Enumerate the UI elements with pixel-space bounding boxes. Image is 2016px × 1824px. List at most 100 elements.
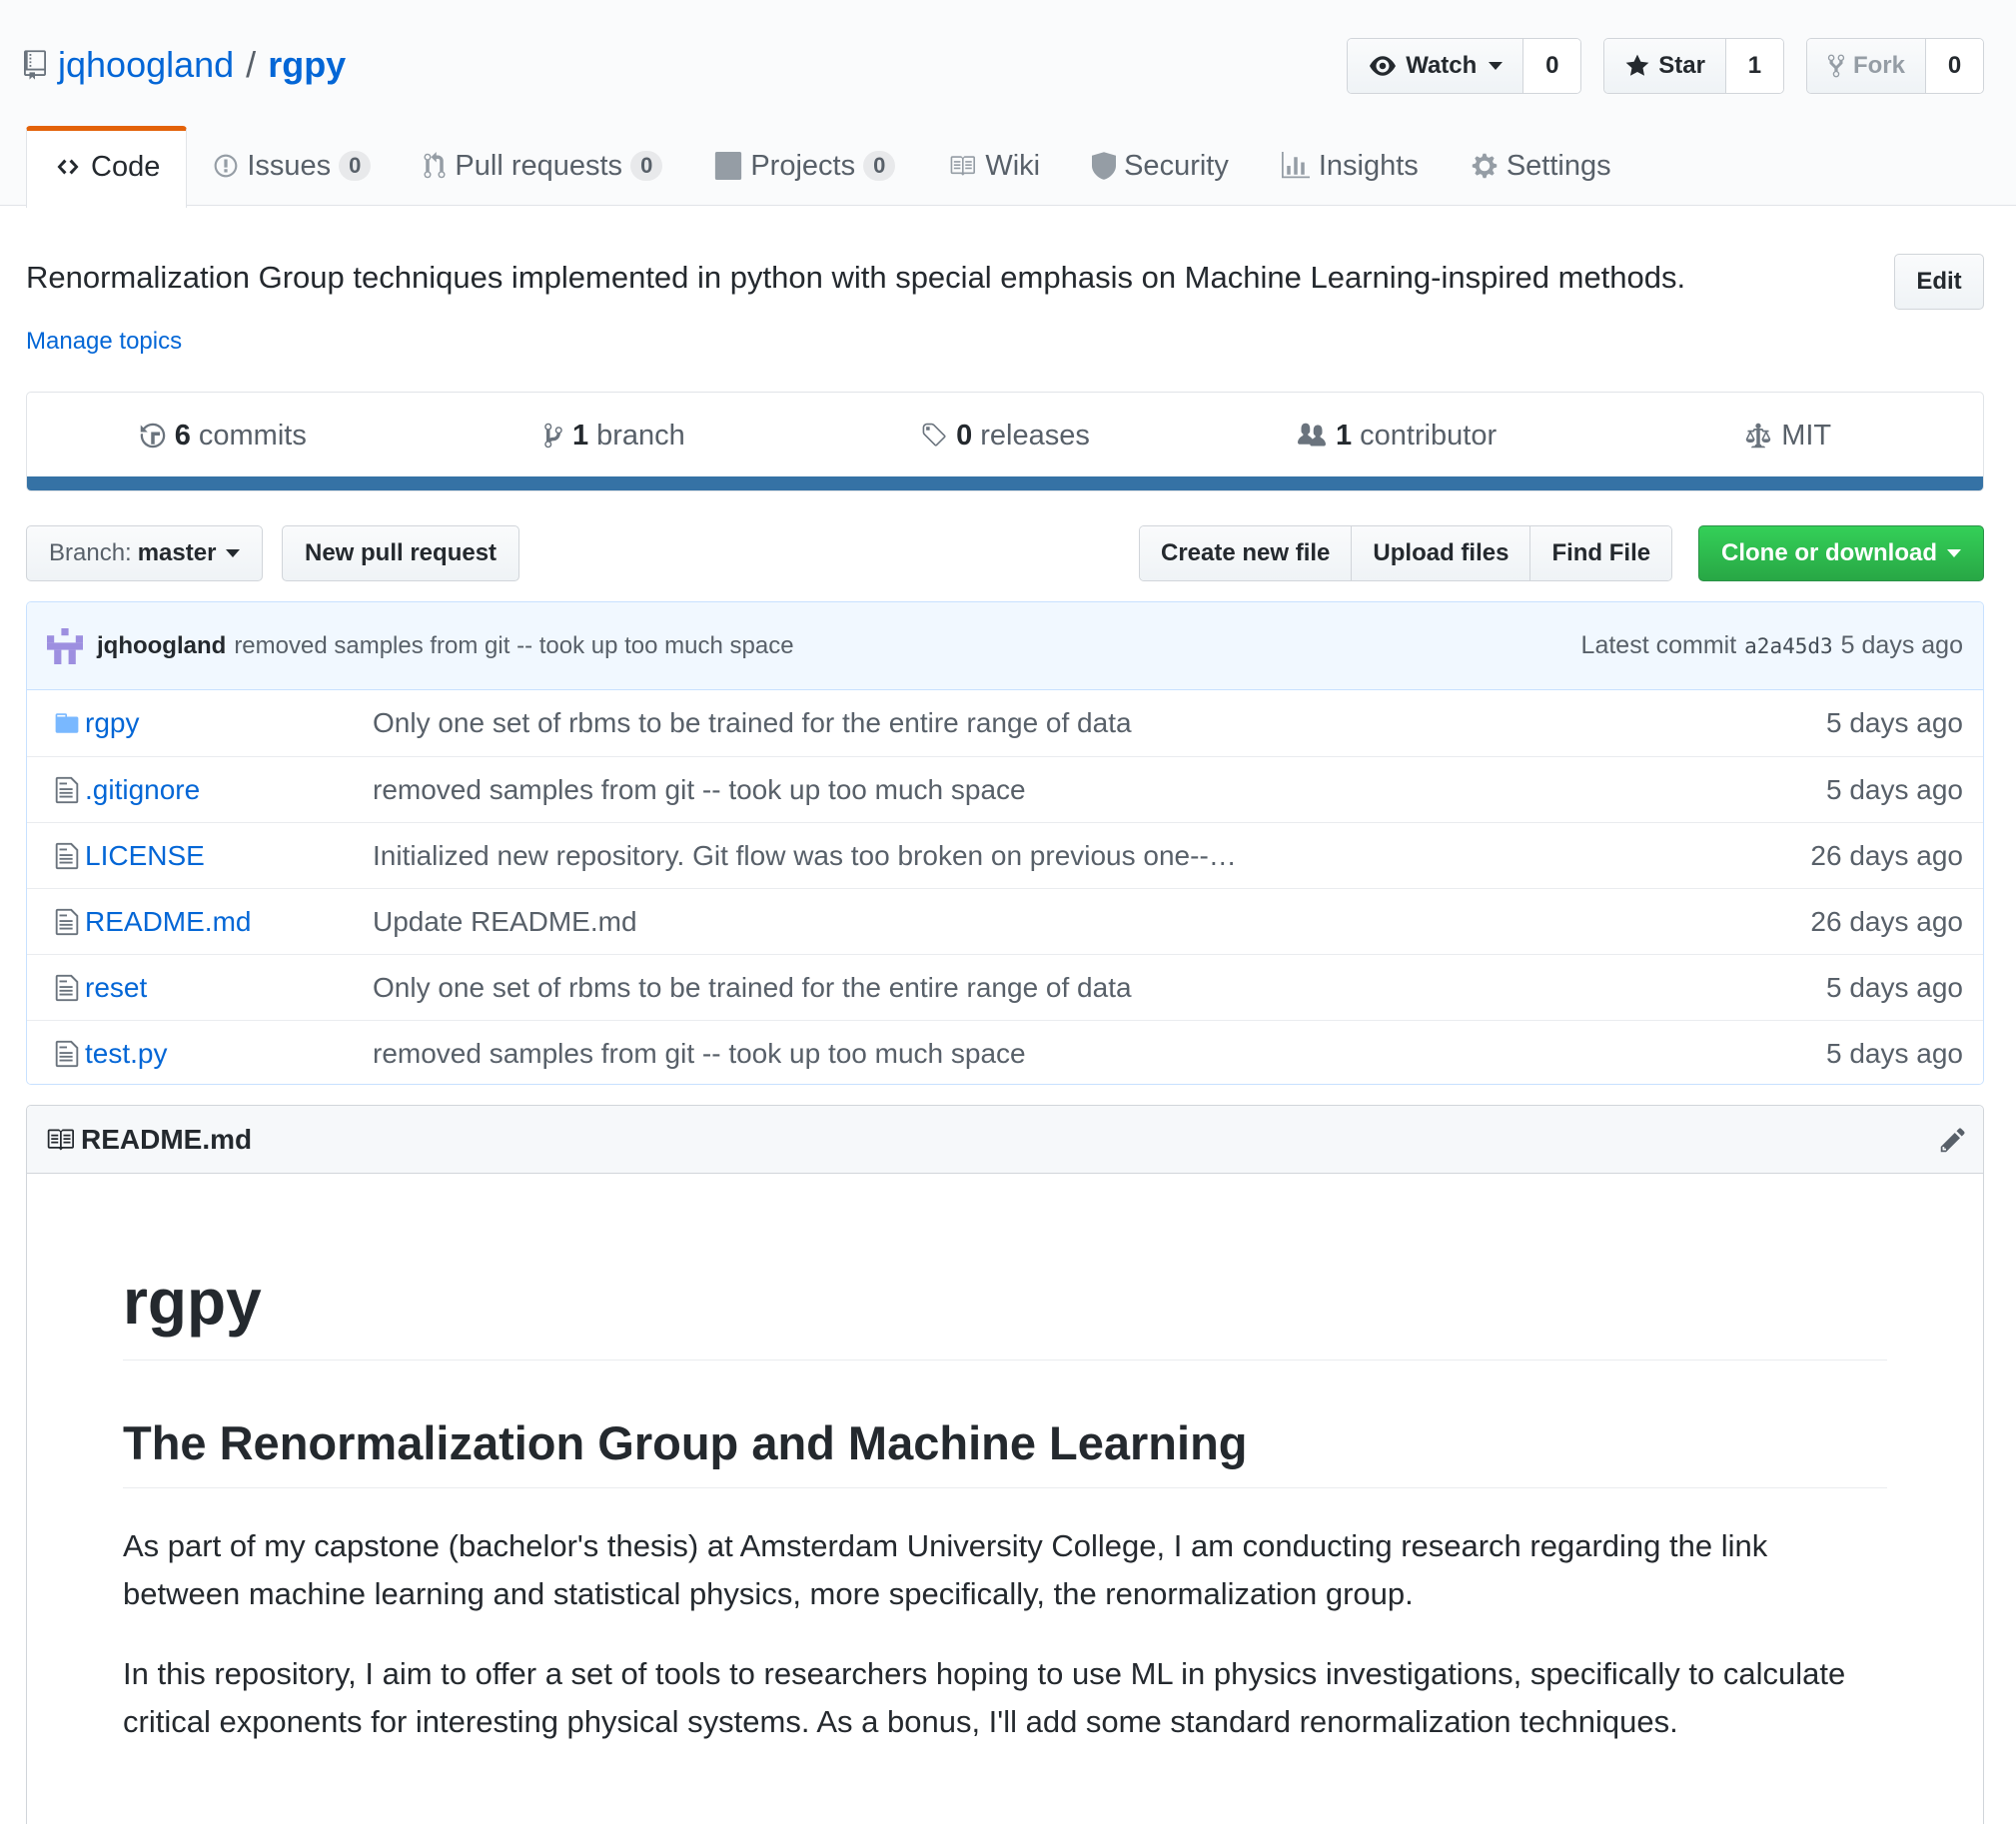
commits-label: commits — [198, 419, 307, 452]
file-name-link[interactable]: LICENSE — [85, 840, 205, 872]
file-commit-message[interactable]: removed samples from git -- took up too … — [373, 774, 1026, 806]
numbers-summary: 6 commits 1 branch 0 releases 1 contribu… — [26, 392, 1984, 491]
create-new-file-button[interactable]: Create new file — [1140, 526, 1352, 580]
commits-link[interactable]: 6 commits — [27, 393, 419, 478]
table-row: test.py removed samples from git -- took… — [27, 1020, 1983, 1084]
file-age: 26 days ago — [1810, 839, 1963, 871]
commit-author[interactable]: jqhoogland — [97, 632, 226, 660]
tab-label: Settings — [1506, 149, 1611, 182]
file-commit-message[interactable]: Initialized new repository. Git flow was… — [373, 840, 1237, 872]
license-link[interactable]: MIT — [1591, 393, 1983, 478]
tag-icon — [920, 422, 948, 450]
tab-code[interactable]: Code — [26, 125, 188, 208]
watch-label: Watch — [1406, 52, 1478, 79]
tab-label: Security — [1124, 149, 1229, 182]
fork-label: Fork — [1852, 52, 1905, 79]
readme-h2: The Renormalization Group and Machine Le… — [123, 1414, 1887, 1488]
readme-filename: README.md — [81, 1123, 253, 1155]
caret-down-icon — [1489, 62, 1504, 70]
tab-label: Issues — [247, 149, 332, 182]
fork-icon — [1827, 53, 1845, 79]
tab-issues[interactable]: Issues 0 — [187, 126, 397, 206]
path-separator: / — [246, 44, 257, 85]
projects-counter: 0 — [863, 151, 896, 181]
repo-owner-link[interactable]: jqhoogland — [58, 44, 234, 86]
tab-insights[interactable]: Insights — [1255, 126, 1445, 206]
file-commit-message[interactable]: removed samples from git -- took up too … — [373, 1038, 1026, 1070]
new-pull-request-button[interactable]: New pull request — [282, 525, 520, 581]
tab-wiki[interactable]: Wiki — [921, 126, 1066, 206]
commit-sha[interactable]: a2a45d3 — [1744, 634, 1833, 658]
code-icon — [53, 155, 83, 179]
file-name-link[interactable]: README.md — [85, 906, 251, 938]
manage-topics-link[interactable]: Manage topics — [26, 328, 182, 356]
tab-pull-requests[interactable]: Pull requests 0 — [397, 126, 688, 206]
table-row: README.md Update README.md 26 days ago — [27, 888, 1983, 954]
branch-label: branch — [596, 419, 685, 452]
file-navigation: Branch: master New pull request Create n… — [26, 525, 1984, 581]
fork-count[interactable]: 0 — [1925, 39, 1983, 93]
file-actions-group: Create new file Upload files Find File — [1139, 525, 1673, 581]
folder-icon — [47, 710, 87, 736]
releases-link[interactable]: 0 releases — [809, 393, 1201, 478]
branch-select-button[interactable]: Branch: master — [26, 525, 264, 581]
file-name-link[interactable]: .gitignore — [85, 774, 200, 806]
file-table: jqhoogland removed samples from git -- t… — [26, 601, 1984, 1085]
branches-link[interactable]: 1 branch — [419, 393, 810, 478]
repo-description: Renormalization Group techniques impleme… — [26, 260, 1686, 295]
file-commit-message[interactable]: Only one set of rbms to be trained for t… — [373, 707, 1132, 739]
file-age: 5 days ago — [1826, 971, 1963, 1003]
clone-or-download-button[interactable]: Clone or download — [1698, 525, 1984, 581]
tab-settings[interactable]: Settings — [1445, 126, 1637, 206]
repo-header: jqhoogland / rgpy Watch 0 Star 1 Fork 0 … — [0, 0, 2016, 208]
shield-icon — [1092, 152, 1117, 180]
watch-button[interactable]: Watch — [1348, 39, 1523, 93]
repo-name-link[interactable]: rgpy — [268, 44, 346, 86]
people-icon — [1296, 422, 1328, 450]
tab-label: Pull requests — [455, 149, 623, 182]
star-count[interactable]: 1 — [1724, 39, 1783, 93]
table-row: reset Only one set of rbms to be trained… — [27, 954, 1983, 1020]
tab-label: Projects — [750, 149, 856, 182]
star-icon — [1624, 53, 1650, 79]
file-commit-message[interactable]: Only one set of rbms to be trained for t… — [373, 972, 1132, 1004]
pencil-icon[interactable] — [1939, 1126, 1967, 1154]
latest-commit: Latest commit a2a45d3 5 days ago — [1581, 631, 1963, 660]
gear-icon — [1471, 152, 1499, 180]
book-icon — [45, 1126, 75, 1154]
tab-security[interactable]: Security — [1066, 126, 1255, 206]
readme-paragraph: In this repository, I aim to offer a set… — [123, 1655, 1846, 1739]
watch-count[interactable]: 0 — [1522, 39, 1581, 93]
upload-files-button[interactable]: Upload files — [1351, 526, 1530, 580]
file-name-link[interactable]: reset — [85, 972, 147, 1004]
file-name-link[interactable]: rgpy — [85, 707, 139, 739]
issues-counter: 0 — [339, 151, 372, 181]
contributor-count: 1 — [1336, 419, 1353, 452]
contributor-label: contributor — [1360, 419, 1498, 452]
language-bar[interactable] — [27, 476, 1983, 490]
file-name-link[interactable]: test.py — [85, 1038, 167, 1070]
avatar[interactable] — [47, 627, 83, 664]
find-file-button[interactable]: Find File — [1529, 526, 1672, 580]
fork-group: Fork 0 — [1805, 38, 1984, 94]
git-pull-request-icon — [423, 152, 447, 180]
readme-paragraph: As part of my capstone (bachelor's thesi… — [123, 1527, 1768, 1611]
tab-label: Wiki — [985, 149, 1041, 182]
file-age: 5 days ago — [1826, 773, 1963, 805]
fork-button[interactable]: Fork — [1806, 39, 1925, 93]
file-commit-message[interactable]: Update README.md — [373, 906, 637, 938]
tab-projects[interactable]: Projects 0 — [688, 126, 921, 206]
readme-h1: rgpy — [123, 1262, 1887, 1361]
table-row: LICENSE Initialized new repository. Git … — [27, 822, 1983, 888]
commit-message[interactable]: removed samples from git -- took up too … — [234, 632, 793, 660]
star-group: Star 1 — [1603, 38, 1784, 94]
eye-icon — [1368, 53, 1398, 79]
table-row: .gitignore removed samples from git -- t… — [27, 756, 1983, 822]
latest-commit-label: Latest commit — [1580, 631, 1737, 659]
license-name: MIT — [1781, 419, 1832, 452]
file-icon — [47, 841, 87, 871]
edit-description-button[interactable]: Edit — [1894, 254, 1984, 310]
tab-label: Code — [91, 150, 161, 183]
star-button[interactable]: Star — [1604, 39, 1725, 93]
contributors-link[interactable]: 1 contributor — [1201, 393, 1592, 478]
